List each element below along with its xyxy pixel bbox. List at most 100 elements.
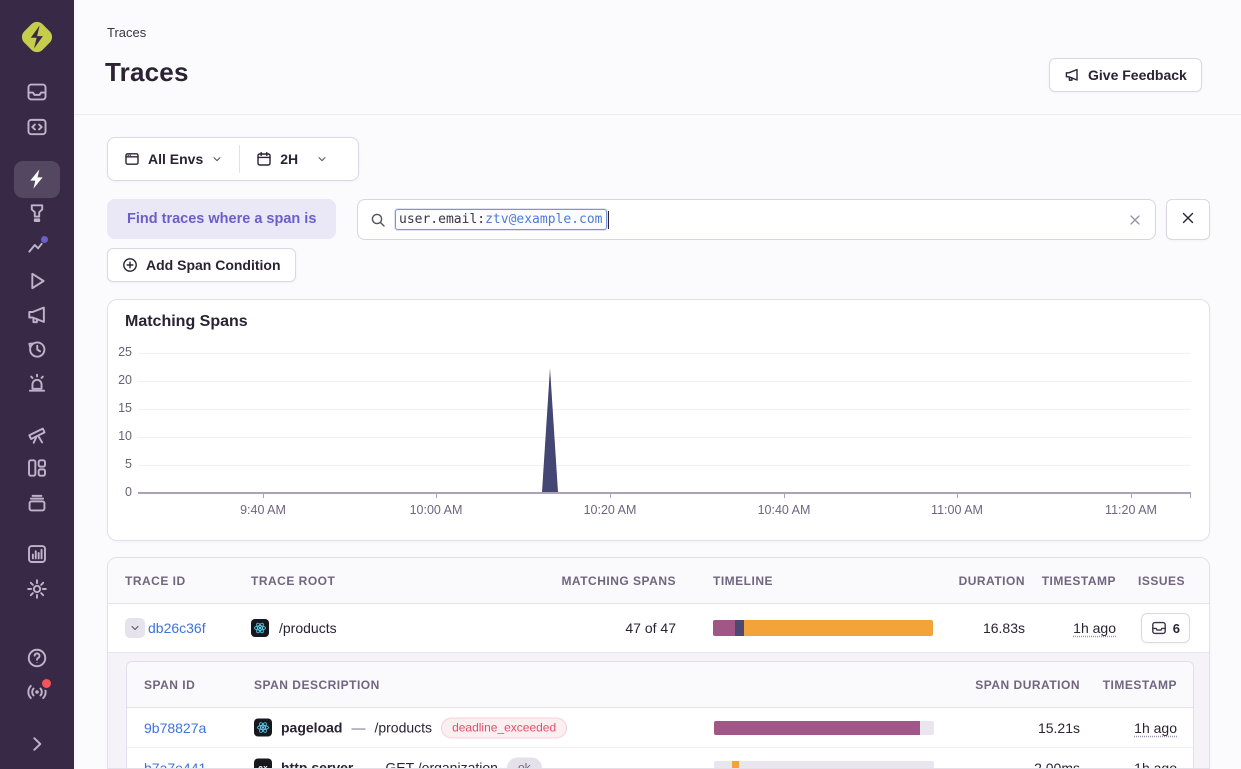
col-span-id: SPAN ID	[144, 678, 195, 692]
issues-count-badge[interactable]: 6	[1141, 613, 1190, 643]
chevron-down-icon	[211, 153, 223, 165]
sidebar-projects-icon[interactable]	[25, 115, 49, 139]
sidebar-collapse-icon[interactable]	[25, 732, 49, 756]
traces-table-header: TRACE ID TRACE ROOT MATCHING SPANS TIMEL…	[108, 558, 1209, 604]
col-span-description: SPAN DESCRIPTION	[254, 678, 380, 692]
x-axis-label: 11:20 AM	[1105, 503, 1157, 517]
span-target: GET /organization	[385, 760, 498, 769]
text-cursor	[608, 211, 609, 229]
trace-id-link[interactable]: db26c36f	[148, 620, 206, 636]
close-icon	[1180, 210, 1196, 229]
search-icon	[370, 212, 386, 228]
sidebar-dashboards-icon[interactable]	[25, 456, 49, 480]
spans-table: SPAN ID SPAN DESCRIPTION SPAN DURATION T…	[126, 661, 1194, 769]
trace-root: /products	[279, 620, 337, 636]
matching-spans-chart-panel: Matching Spans 25 20 15 10 5 0 9:40 AM 1…	[107, 299, 1210, 541]
trace-condition-label: Find traces where a span is	[107, 199, 336, 239]
x-axis-label: 11:00 AM	[931, 503, 983, 517]
trace-timeline-bar[interactable]	[713, 620, 933, 636]
react-icon	[251, 619, 269, 637]
col-issues: ISSUES	[1138, 574, 1185, 588]
sidebar-traces-icon[interactable]	[25, 167, 49, 191]
filter-bar: All Envs 2H	[107, 137, 359, 181]
traces-table: TRACE ID TRACE ROOT MATCHING SPANS TIMEL…	[107, 557, 1210, 769]
issues-icon	[1151, 620, 1167, 636]
chevron-down-icon	[316, 153, 328, 165]
environment-value: All Envs	[148, 151, 203, 167]
span-separator: —	[351, 720, 365, 736]
remove-condition-button[interactable]	[1166, 199, 1210, 240]
collapse-trace-button[interactable]	[125, 618, 145, 638]
col-matching-spans: MATCHING SPANS	[561, 574, 676, 588]
give-feedback-label: Give Feedback	[1088, 67, 1187, 83]
col-timestamp: TIMESTAMP	[1042, 574, 1116, 588]
x-axis-label: 10:40 AM	[758, 503, 811, 517]
sidebar-discover-icon[interactable]	[25, 423, 49, 447]
insights-notification-dot	[40, 235, 49, 244]
span-id-link[interactable]: 9b78827a	[144, 720, 206, 736]
span-timestamp[interactable]: 1h ago	[1134, 720, 1177, 736]
sidebar-stats-icon[interactable]	[25, 542, 49, 566]
col-span-timestamp: TIMESTAMP	[1103, 678, 1177, 692]
col-duration: DURATION	[959, 574, 1025, 588]
expanded-trace-section: SPAN ID SPAN DESCRIPTION SPAN DURATION T…	[108, 652, 1210, 769]
x-axis-tickmark	[263, 494, 264, 498]
issues-count: 6	[1173, 621, 1180, 636]
span-duration-fill	[732, 761, 739, 769]
date-range-selector[interactable]: 2H	[240, 138, 344, 180]
express-icon: ex	[254, 759, 272, 769]
x-axis-tickmark	[1190, 494, 1191, 498]
broadcast-notification-dot	[40, 677, 53, 690]
span-id-link[interactable]: b7a7e441	[144, 760, 206, 769]
span-target: /products	[374, 720, 432, 736]
span-op: pageload	[281, 720, 342, 736]
sidebar-help-icon[interactable]	[25, 646, 49, 670]
sidebar-releases-icon[interactable]	[25, 337, 49, 361]
span-timestamp[interactable]: 1h ago	[1134, 760, 1177, 769]
sidebar-settings-icon[interactable]	[25, 577, 49, 601]
traces-page: Traces Traces Give Feedback All Envs 2H …	[0, 0, 1241, 769]
sidebar-feedback-icon[interactable]	[25, 303, 49, 327]
add-span-condition-label: Add Span Condition	[146, 257, 281, 273]
x-axis-label: 9:40 AM	[240, 503, 286, 517]
sidebar-alerts-icon[interactable]	[25, 371, 49, 395]
timeline-segment	[713, 620, 735, 636]
col-trace-root: TRACE ROOT	[251, 574, 335, 588]
col-timeline: TIMELINE	[713, 574, 773, 588]
trace-row: db26c36f /products 47 of 47 16.83s 1h ag…	[108, 604, 1209, 652]
sidebar	[0, 0, 74, 769]
filter-token-value: ztv@example.com	[485, 212, 602, 227]
x-axis-tickmark	[957, 494, 958, 498]
breadcrumb[interactable]: Traces	[107, 25, 146, 40]
x-axis-tickmark	[436, 494, 437, 498]
trace-timestamp[interactable]: 1h ago	[1073, 620, 1116, 636]
clear-search-icon[interactable]	[1127, 212, 1143, 228]
sentry-logo-icon[interactable]	[17, 17, 57, 57]
matching-spans-count: 47 of 47	[625, 620, 676, 636]
span-description: ex http.server — GET /organization ok	[254, 757, 542, 769]
span-search-input[interactable]: user.email:ztv@example.com	[357, 199, 1156, 240]
environment-selector[interactable]: All Envs	[108, 138, 239, 180]
sidebar-crons-icon[interactable]	[25, 491, 49, 515]
span-duration-bar	[714, 761, 934, 769]
span-duration-fill	[714, 721, 920, 735]
sidebar-issues-icon[interactable]	[25, 80, 49, 104]
span-row: 9b78827a pageload — /products deadline_e…	[127, 708, 1193, 748]
span-status-badge: deadline_exceeded	[441, 717, 567, 738]
span-op: http.server	[281, 760, 353, 769]
sidebar-replays-icon[interactable]	[25, 269, 49, 293]
x-axis-tickmark	[1131, 494, 1132, 498]
x-axis-tickmark	[784, 494, 785, 498]
sidebar-profiling-icon[interactable]	[25, 201, 49, 225]
page-title: Traces	[105, 57, 189, 88]
matching-spans-spike	[138, 300, 1191, 492]
window-icon	[124, 151, 140, 167]
header-divider	[74, 114, 1241, 115]
trace-duration: 16.83s	[983, 620, 1025, 636]
search-filter-token[interactable]: user.email:ztv@example.com	[395, 209, 607, 230]
x-axis-line	[138, 492, 1191, 494]
give-feedback-button[interactable]: Give Feedback	[1049, 58, 1202, 92]
add-span-condition-button[interactable]: Add Span Condition	[107, 248, 296, 282]
date-range-value: 2H	[280, 151, 298, 167]
span-duration: 2.00ms	[1034, 760, 1080, 769]
